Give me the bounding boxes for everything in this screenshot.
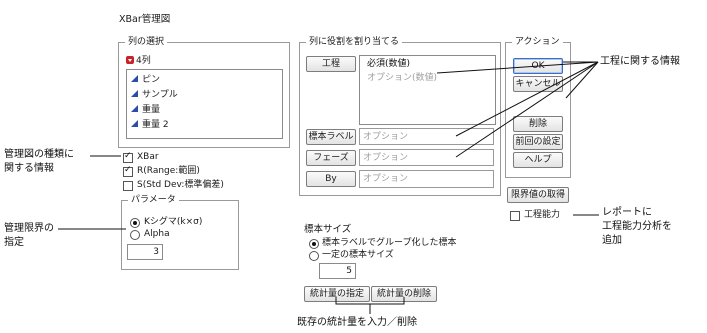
list-item[interactable]: サンプル <box>131 88 178 102</box>
process-button[interactable]: 工程 <box>306 56 356 72</box>
sample-size-title: 標本サイズ <box>304 224 352 235</box>
continuous-icon <box>131 120 138 127</box>
alpha-label: Alpha <box>144 229 170 239</box>
list-item[interactable]: 重量 <box>131 103 160 117</box>
delete-stats-button[interactable]: 統計量の削除 <box>371 286 437 302</box>
list-item[interactable]: ピン <box>131 73 160 87</box>
list-item[interactable]: 重量 2 <box>131 118 169 132</box>
callout-chart-type-line1: 管理図の種類に <box>4 149 74 160</box>
callout-chart-type-line2: 関する情報 <box>4 163 54 174</box>
by-button[interactable]: By <box>306 171 356 187</box>
r-range-label: R(Range:範囲) <box>137 166 200 176</box>
continuous-icon <box>131 105 138 112</box>
process-role-box[interactable]: 必須(数値) オプション(数値) <box>359 55 496 125</box>
s-stddev-label: S(Std Dev:標準偏差) <box>137 180 224 190</box>
ok-button[interactable]: OK <box>513 58 563 74</box>
constant-size-radio[interactable] <box>309 251 319 261</box>
group-by-label-radio[interactable] <box>309 239 319 249</box>
sample-label-button[interactable]: 標本ラベル <box>306 129 356 145</box>
sample-label-field[interactable]: オプション <box>359 128 494 145</box>
callout-capability-line1: レポートに <box>602 207 652 218</box>
dropdown-red-icon <box>126 55 134 64</box>
callout-control-limits-line1: 管理限界の <box>4 223 54 234</box>
callout-capability-line2: 工程能力分析を <box>602 221 672 232</box>
column-count-dropdown[interactable]: 4列 <box>126 55 151 67</box>
specify-stats-button[interactable]: 統計量の指定 <box>304 286 370 302</box>
process-optional-text: オプション(数値) <box>367 73 438 83</box>
phase-field[interactable]: オプション <box>359 149 494 166</box>
k-value-input[interactable]: 3 <box>127 244 163 260</box>
process-required-text: 必須(数値) <box>367 59 411 69</box>
by-field[interactable]: オプション <box>359 170 494 188</box>
continuous-icon <box>131 90 138 97</box>
role-assign-title: 列に役割を割り当てる <box>306 36 403 48</box>
callout-process-info: 工程に関する情報 <box>600 56 680 67</box>
xbar-label: XBar <box>137 152 159 162</box>
column-select-title: 列の選択 <box>125 36 168 48</box>
parameters-title: パラメータ <box>128 194 179 206</box>
get-limits-button[interactable]: 限界値の取得 <box>507 187 569 203</box>
recall-button[interactable]: 前回の設定 <box>513 134 563 150</box>
alpha-radio[interactable] <box>130 230 140 240</box>
column-count-label: 4列 <box>136 56 151 66</box>
continuous-icon <box>131 75 138 82</box>
help-button[interactable]: ヘルプ <box>513 152 563 168</box>
capability-label: 工程能力 <box>524 210 561 220</box>
group-by-label-text: 標本ラベルでグループ化した標本 <box>322 238 457 248</box>
constant-size-text: 一定の標本サイズ <box>322 250 394 260</box>
column-list[interactable]: ピン サンプル 重量 重量 2 <box>126 69 283 139</box>
phase-button[interactable]: フェーズ <box>306 150 356 166</box>
s-stddev-checkbox[interactable] <box>123 181 133 191</box>
callout-capability-line3: 追加 <box>602 235 622 246</box>
window-title: XBar管理図 <box>119 14 171 25</box>
sample-size-input[interactable]: 5 <box>319 263 356 279</box>
k-sigma-label: Kシグマ(k×σ) <box>144 217 203 227</box>
callout-stats-bottom: 既存の統計量を入力／削除 <box>297 317 417 328</box>
actions-title: アクション <box>512 36 563 48</box>
capability-checkbox[interactable] <box>510 211 520 221</box>
callout-control-limits-line2: 指定 <box>4 237 24 248</box>
k-sigma-radio[interactable] <box>130 218 140 228</box>
remove-button[interactable]: 削除 <box>513 116 563 132</box>
cancel-button[interactable]: キャンセル <box>513 76 563 92</box>
r-range-checkbox[interactable] <box>123 165 133 177</box>
xbar-checkbox[interactable] <box>123 151 133 163</box>
